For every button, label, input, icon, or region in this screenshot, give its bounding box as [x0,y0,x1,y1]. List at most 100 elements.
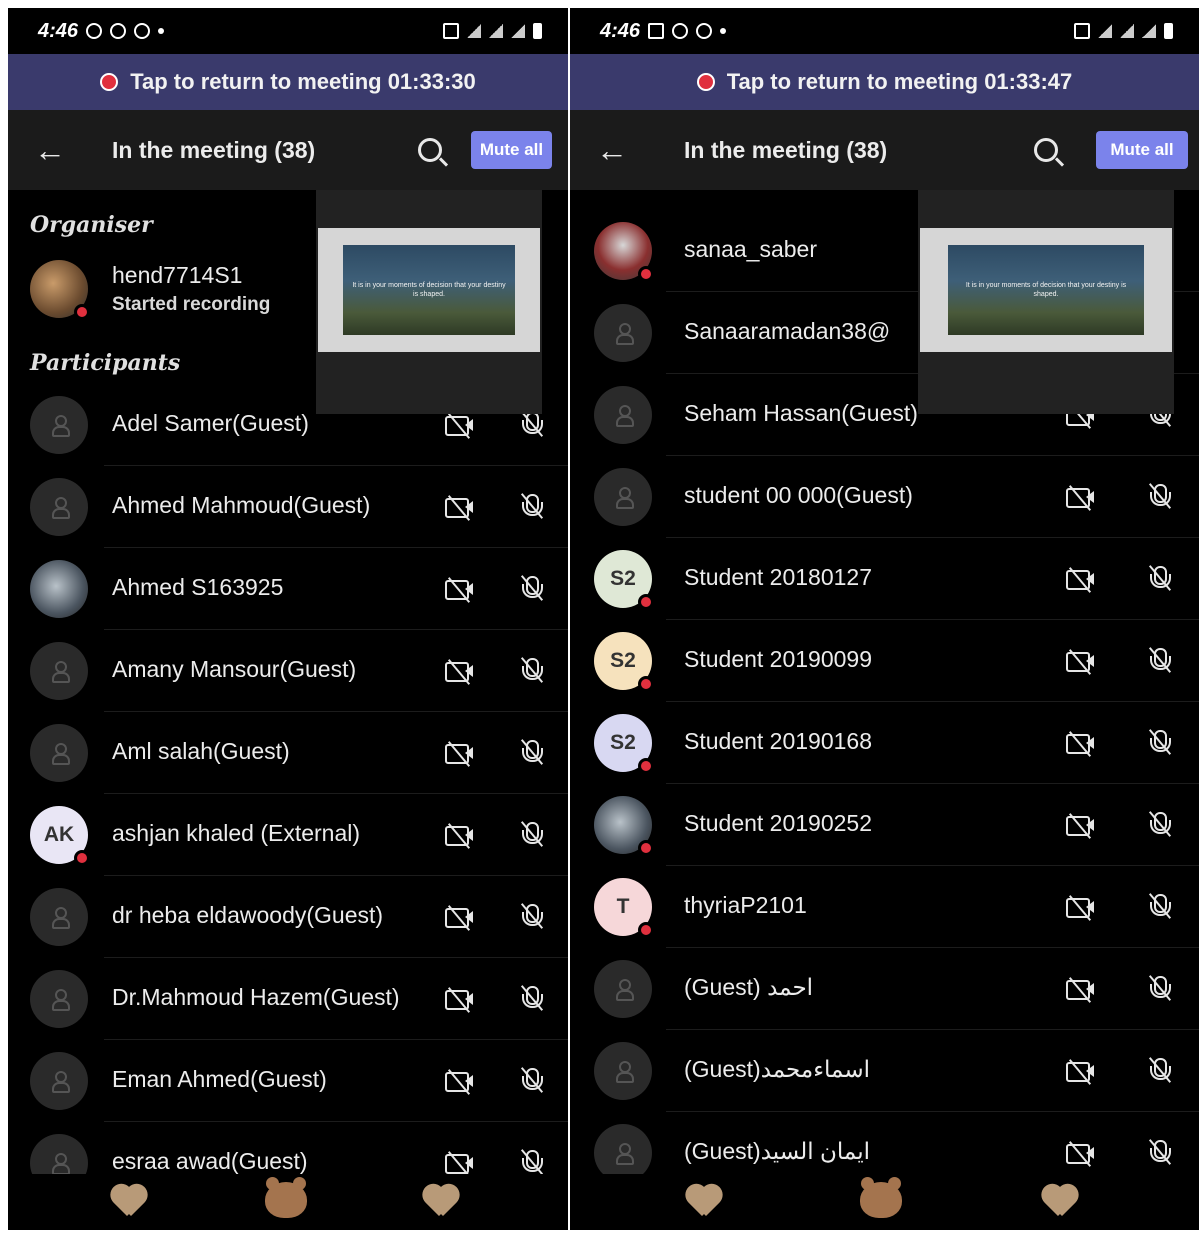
avatar [594,304,652,362]
person-placeholder-icon [616,1143,634,1165]
avatar [30,970,88,1028]
participant-row[interactable]: Dr.Mahmoud Hazem(Guest) [8,958,568,1040]
heart-reaction-icon[interactable] [1040,1186,1080,1218]
participant-name: student 00 000(Guest) [684,482,913,508]
avatar: S2 [594,550,654,610]
participant-name: Seham Hassan(Guest) [684,400,918,426]
bear-reaction-icon[interactable] [265,1177,307,1218]
avatar [30,396,88,454]
mic-off-icon [518,739,544,768]
whatsapp-icon [86,23,103,39]
page-title: In the meeting (38) [112,136,316,163]
participant-name: Eman Ahmed(Guest) [112,1066,327,1092]
person-placeholder-icon [52,907,70,929]
avatar [594,960,652,1018]
circle-icon [696,23,713,39]
person-placeholder-icon [52,1071,70,1093]
mic-off-icon [1146,893,1172,922]
participants-heading: Participants [30,350,181,376]
person-placeholder-icon [616,979,634,1001]
shared-slide: It is in your moments of decision that y… [948,245,1144,335]
mic-off-icon [518,1149,544,1176]
participant-list[interactable]: sanaa_saber Sanaaramadan38@ Seham Hassan(G… [570,190,1199,1176]
search-icon[interactable] [418,138,442,162]
signal-icon [1120,24,1134,38]
person-placeholder-icon [52,1153,70,1175]
back-arrow-icon[interactable]: ← [596,134,628,166]
signal-icon [489,24,503,38]
left-screenshot: 4:46 Tap to return to meeting 01:33:30 ←… [8,8,568,1230]
organiser-name: hend7714S1 [112,262,243,288]
camera-off-icon [1066,649,1096,675]
person-placeholder-icon [52,415,70,437]
camera-off-icon [445,1151,475,1176]
back-arrow-icon[interactable]: ← [34,134,66,166]
participant-row[interactable]: (Guest)اسماءمحمد [570,1030,1199,1112]
mic-off-icon [1146,729,1172,758]
shared-content-preview[interactable]: It is in your moments of decision that y… [316,190,542,414]
avatar [594,1042,652,1100]
volte-icon [467,24,481,38]
status-bar: 4:46 [8,8,568,54]
participant-row[interactable]: dr heba eldawoody(Guest) [8,876,568,958]
heart-reaction-icon[interactable] [421,1186,461,1218]
participant-row[interactable]: S2 Student 20190099 [570,620,1199,702]
camera-off-icon [1066,485,1096,511]
participant-row[interactable]: Eman Ahmed(Guest) [8,1040,568,1122]
participant-name: (Guest)اسماءمحمد [684,1056,871,1082]
bear-reaction-icon[interactable] [860,1177,902,1218]
participant-name: Ahmed Mahmoud(Guest) [112,492,371,518]
mic-off-icon [1146,565,1172,594]
participant-row[interactable]: student 00 000(Guest) [570,456,1199,538]
camera-off-icon [1066,1059,1096,1085]
participant-row[interactable]: Aml salah(Guest) [8,712,568,794]
avatar [594,222,654,282]
participant-name: Student 20190252 [684,810,873,836]
participant-row[interactable]: Ahmed S163925 [8,548,568,630]
avatar [30,478,88,536]
participant-row[interactable]: S2 Student 20180127 [570,538,1199,620]
gallery-icon [648,23,665,39]
mic-off-icon [518,985,544,1014]
participant-name: Adel Samer(Guest) [112,410,309,436]
camera-off-icon [445,495,475,521]
bottom-bar [8,1174,568,1230]
person-placeholder-icon [52,661,70,683]
signal-2-icon [511,24,525,38]
mute-all-button[interactable]: Mute all [471,131,552,169]
camera-off-icon [445,577,475,603]
participant-row[interactable]: S2 Student 20190168 [570,702,1199,784]
return-to-meeting-banner[interactable]: Tap to return to meeting 01:33:30 [8,54,568,110]
camera-off-icon [1066,731,1096,757]
avatar [30,1052,88,1110]
participant-name: Student 20190099 [684,646,873,672]
return-to-meeting-banner[interactable]: Tap to return to meeting 01:33:47 [570,54,1199,110]
avatar: S2 [594,714,654,774]
person-placeholder-icon [52,989,70,1011]
battery-icon [533,23,542,39]
presence-busy-icon [638,676,654,692]
person-placeholder-icon [52,743,70,765]
page-title: In the meeting (38) [684,136,888,163]
search-icon[interactable] [1034,138,1058,162]
participant-row[interactable]: Amany Mansour(Guest) [8,630,568,712]
notification-dot-icon [720,28,727,34]
participant-row[interactable]: AK ashjan khaled (External) [8,794,568,876]
participant-row[interactable]: TthyriaP2101 [570,866,1199,948]
recording-dot-icon [100,73,119,91]
shared-content-preview[interactable]: It is in your moments of decision that y… [918,190,1174,414]
participant-row[interactable]: (Guest)ايمان السيد [570,1112,1199,1176]
avatar: S2 [594,632,654,692]
facebook-icon [134,23,151,39]
participant-row[interactable]: (Guest) احمد [570,948,1199,1030]
heart-reaction-icon[interactable] [109,1186,149,1218]
alarm-icon [1074,23,1090,39]
participant-list[interactable]: Organiser hend7714S1 Started recording P… [8,190,568,1176]
participant-row[interactable]: esraa awad(Guest) [8,1122,568,1176]
person-placeholder-icon [616,405,634,427]
heart-reaction-icon[interactable] [684,1186,724,1218]
avatar [594,468,652,526]
participant-row[interactable]: Student 20190252 [570,784,1199,866]
mute-all-button[interactable]: Mute all [1096,131,1188,169]
participant-row[interactable]: Ahmed Mahmoud(Guest) [8,466,568,548]
